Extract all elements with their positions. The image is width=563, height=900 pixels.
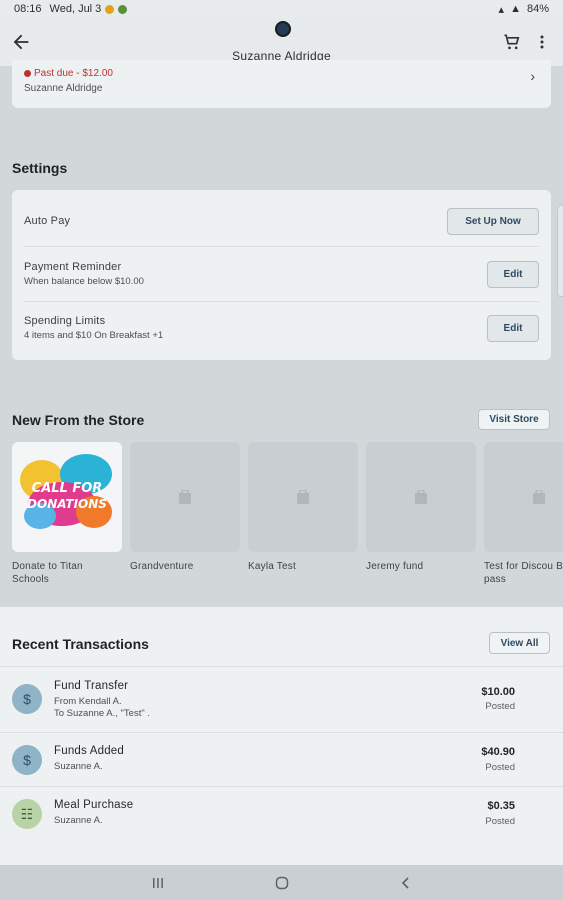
transaction-from: From Kendall A.	[54, 696, 122, 707]
bag-placeholder-icon	[179, 490, 191, 504]
store-item-image	[484, 442, 563, 552]
more-options-icon[interactable]	[535, 32, 549, 52]
settings-heading: Settings	[12, 160, 68, 176]
system-navigation-bar	[0, 865, 563, 900]
edit-reminder-button[interactable]: Edit	[487, 261, 539, 288]
view-all-button[interactable]: View All	[489, 632, 550, 654]
home-icon[interactable]	[274, 875, 290, 891]
set-up-now-button[interactable]: Set Up Now	[447, 208, 539, 235]
transaction-status: Posted	[485, 762, 515, 773]
store-item-label: Kayla Test	[248, 561, 296, 572]
store-item[interactable]: Jeremy fund	[366, 442, 476, 573]
avatar	[275, 21, 291, 37]
transaction-row[interactable]: ☷ Meal Purchase Suzanne A. $0.35 Posted	[0, 786, 563, 840]
store-heading: New From the Store	[12, 412, 145, 428]
store-item-image	[130, 442, 240, 552]
past-due-text: Past due - $12.00	[34, 68, 113, 79]
setting-label: Spending Limits	[24, 315, 106, 327]
recent-apps-icon[interactable]	[150, 875, 166, 891]
top-app-bar: Suzanne Aldridge	[0, 18, 563, 66]
bill-owner-name: Suzanne Aldridge	[24, 83, 103, 94]
store-item-label: Donate to Titan Schools	[12, 561, 83, 585]
transactions-heading: Recent Transactions	[12, 636, 149, 652]
battery-level: 84%	[526, 3, 549, 15]
setting-row-payment-reminder: Payment Reminder When balance below $10.…	[24, 247, 539, 302]
transaction-title: Funds Added	[54, 745, 124, 757]
store-item-label: Jeremy fund	[366, 561, 424, 572]
dollar-icon: $	[12, 745, 42, 775]
android-icon	[118, 4, 128, 14]
bill-card[interactable]: Past due - $12.00 Suzanne Aldridge ›	[12, 60, 551, 108]
alert-icon	[24, 70, 31, 77]
svg-text:DONATIONS: DONATIONS	[27, 497, 107, 511]
meal-icon: ☷	[12, 799, 42, 829]
system-back-icon[interactable]	[398, 875, 414, 891]
transaction-from: Suzanne A.	[54, 761, 103, 772]
transaction-title: Meal Purchase	[54, 799, 134, 811]
setting-sublabel: 4 items and $10 On Breakfast +1	[24, 330, 164, 341]
notification-icon	[105, 4, 115, 14]
store-item[interactable]: Test for Discou Bus pass	[484, 442, 563, 586]
recent-transactions-section: Recent Transactions View All $ Fund Tran…	[0, 607, 563, 865]
store-item[interactable]: Grandventure	[130, 442, 240, 573]
past-due-status: Past due - $12.00	[24, 68, 113, 79]
setting-row-auto-pay: Auto Pay Set Up Now	[24, 190, 539, 247]
store-item-image	[248, 442, 358, 552]
cart-icon[interactable]	[502, 32, 522, 52]
transaction-amount: $10.00	[481, 686, 515, 698]
edit-limits-button[interactable]: Edit	[487, 315, 539, 342]
signal-icon: ▴	[498, 3, 505, 16]
transaction-title: Fund Transfer	[54, 680, 129, 692]
store-item-image	[366, 442, 476, 552]
transaction-amount: $0.35	[487, 800, 515, 812]
store-item[interactable]: Kayla Test	[248, 442, 358, 573]
status-date: Wed, Jul 3	[49, 3, 102, 15]
transaction-status: Posted	[485, 816, 515, 827]
bag-placeholder-icon	[415, 490, 427, 504]
transaction-row[interactable]: $ Funds Added Suzanne A. $40.90 Posted	[0, 732, 563, 786]
transaction-to: To Suzanne A., "Test" .	[54, 708, 150, 719]
store-item-image: CALL FOR DONATIONS	[12, 442, 122, 552]
dollar-icon: $	[12, 684, 42, 714]
setting-label: Auto Pay	[24, 215, 71, 227]
transaction-from: Suzanne A.	[54, 815, 103, 826]
setting-row-spending-limits: Spending Limits 4 items and $10 On Break…	[24, 302, 539, 357]
chevron-right-icon: ›	[530, 68, 535, 84]
side-panel-handle[interactable]	[557, 205, 563, 297]
svg-text:CALL FOR: CALL FOR	[32, 481, 103, 496]
wifi-icon: ▲	[510, 3, 521, 15]
setting-sublabel: When balance below $10.00	[24, 276, 144, 287]
store-item-label: Grandventure	[130, 561, 194, 572]
transaction-row[interactable]: $ Fund Transfer From Kendall A. To Suzan…	[0, 666, 563, 732]
status-bar: 08:16 Wed, Jul 3 ▴ ▲ 84%	[0, 0, 563, 18]
visit-store-button[interactable]: Visit Store	[478, 409, 550, 430]
setting-label: Payment Reminder	[24, 261, 122, 273]
transaction-status: Posted	[485, 701, 515, 712]
donation-banner-icon: CALL FOR DONATIONS	[20, 454, 112, 529]
settings-card: Auto Pay Set Up Now Payment Reminder Whe…	[12, 190, 551, 360]
status-time: 08:16	[14, 3, 42, 15]
bag-placeholder-icon	[533, 490, 545, 504]
store-item[interactable]: CALL FOR DONATIONS Donate to Titan Schoo…	[12, 442, 122, 586]
bag-placeholder-icon	[297, 490, 309, 504]
store-item-label: Test for Discou Bus pass	[484, 561, 563, 585]
transaction-amount: $40.90	[481, 746, 515, 758]
